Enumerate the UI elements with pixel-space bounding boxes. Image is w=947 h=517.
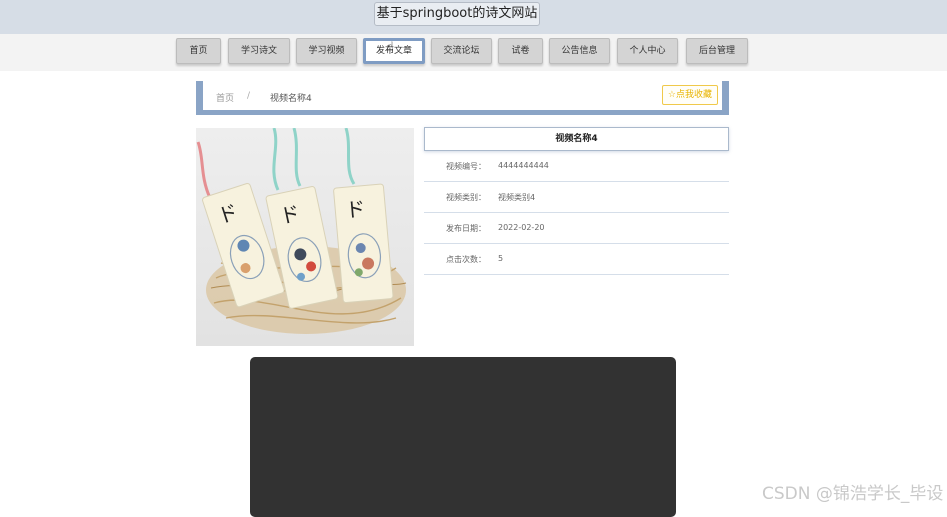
video-thumbnail: ド ド ド [196, 128, 414, 346]
nav-item-announcements[interactable]: 公告信息 [549, 38, 610, 64]
breadcrumb-home-link[interactable]: 首页 [216, 91, 234, 104]
nav-item-study-videos[interactable]: 学习视频 [296, 38, 357, 64]
star-outline-icon: ☆ [667, 90, 676, 100]
detail-label: 点击次数： [446, 255, 486, 264]
video-title: 视频名称4 [424, 127, 729, 151]
nav-item-exam[interactable]: 试卷 [498, 38, 543, 64]
nav-item-publish-article[interactable]: 发布文章 [363, 38, 425, 64]
top-header: 基于springboot的诗文网站 [0, 0, 947, 34]
video-detail-panel: 视频名称4 视频编号： 4444444444 视频类别： 视频类别4 发布日期：… [424, 127, 729, 275]
site-title: 基于springboot的诗文网站 [374, 2, 540, 26]
nav-item-admin[interactable]: 后台管理 [686, 38, 748, 64]
favorite-button-label: 点我收藏 [675, 90, 712, 100]
watermark: CSDN @锦浩学长_毕设 [762, 484, 944, 504]
breadcrumb-current: 视频名称4 [270, 94, 312, 104]
detail-label: 发布日期： [446, 224, 486, 233]
detail-row-video-category: 视频类别： 视频类别4 [424, 182, 729, 213]
nav-bar: 首页 学习诗文 学习视频 发布文章 交流论坛 试卷 公告信息 个人中心 后台管理 [0, 34, 947, 71]
detail-value: 5 [498, 254, 504, 263]
nav-item-study-poems[interactable]: 学习诗文 [228, 38, 290, 64]
breadcrumb-separator: / [247, 91, 251, 101]
nav-item-home[interactable]: 首页 [176, 38, 221, 64]
detail-row-video-id: 视频编号： 4444444444 [424, 151, 729, 182]
nav-item-personal-center[interactable]: 个人中心 [617, 38, 678, 64]
video-player[interactable] [250, 357, 676, 517]
detail-label: 视频类别： [446, 193, 486, 202]
favorite-button[interactable]: ☆点我收藏 [661, 85, 718, 105]
detail-value: 4444444444 [498, 161, 549, 170]
svg-text:ド: ド [344, 197, 366, 223]
detail-label: 视频编号： [446, 162, 486, 171]
nav-item-forum[interactable]: 交流论坛 [431, 38, 492, 64]
detail-row-publish-date: 发布日期： 2022-02-20 [424, 213, 729, 244]
detail-value: 2022-02-20 [498, 223, 545, 232]
breadcrumb: 首页 / 视频名称4 ☆点我收藏 [196, 81, 729, 115]
detail-row-click-count: 点击次数： 5 [424, 244, 729, 275]
detail-value: 视频类别4 [498, 193, 536, 202]
